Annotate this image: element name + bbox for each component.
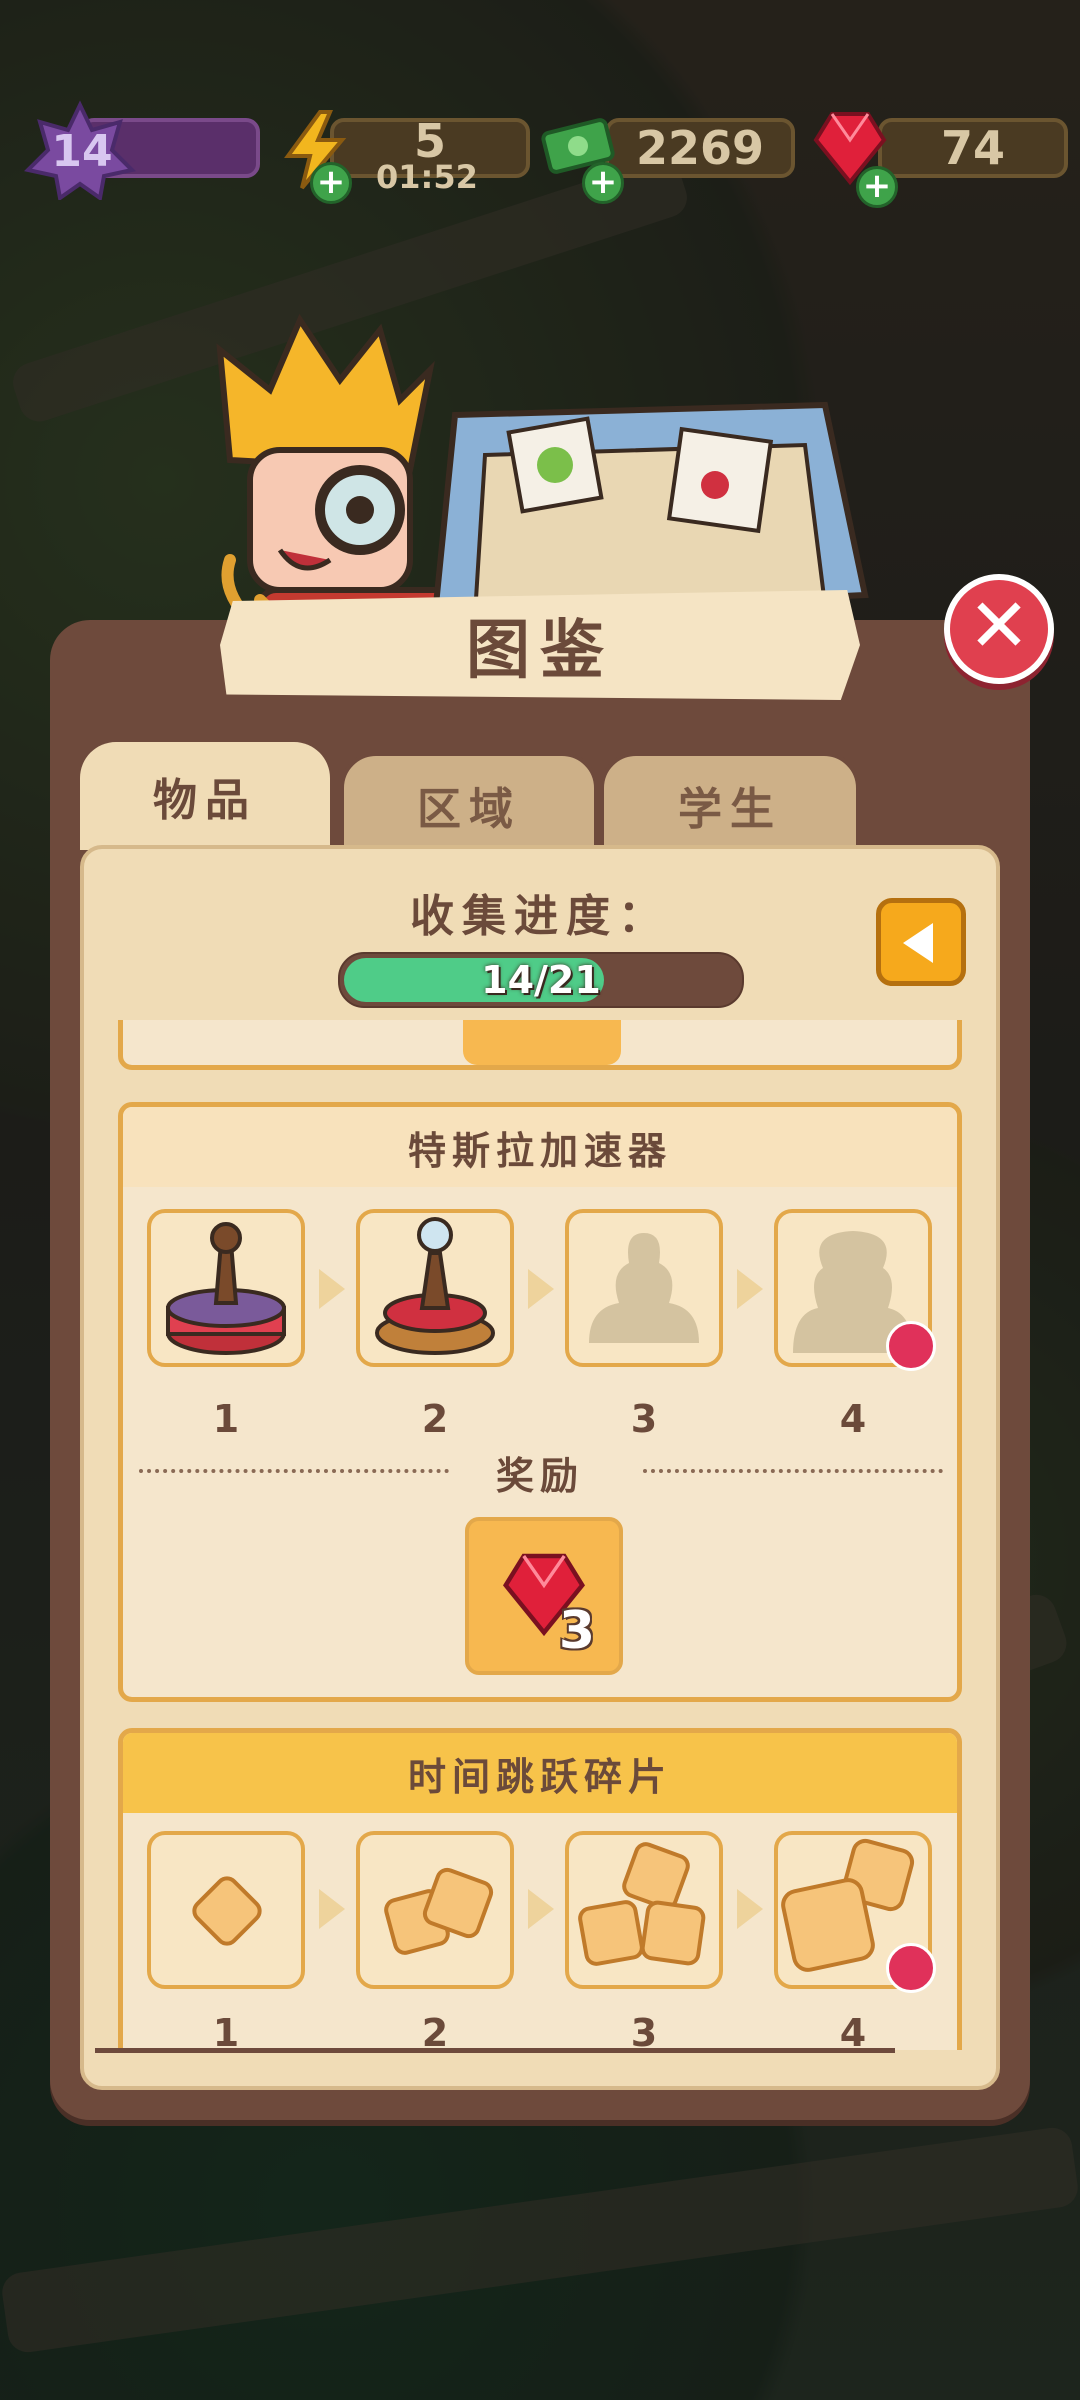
collection-card-previous — [118, 1020, 962, 1070]
chevron-right-icon — [528, 1889, 554, 1929]
item-level-number: 4 — [839, 1397, 867, 1441]
collection-card: 特斯拉加速器 1 2 3 4 奖励 3 — [118, 1102, 962, 1702]
collection-progress-text: 14/21 — [481, 958, 601, 1002]
level-indicator[interactable]: 14 — [20, 100, 260, 200]
item-slot[interactable] — [565, 1831, 723, 1989]
case-files-illustration — [431, 401, 869, 619]
tab-students-label: 学生 — [678, 784, 782, 835]
reward-label: 奖励 — [495, 1454, 584, 1498]
cash-value: 2269 — [635, 121, 765, 175]
close-button[interactable]: ✕ — [944, 574, 1054, 684]
cash-indicator[interactable]: 2269 + — [540, 118, 800, 204]
item-level-number: 2 — [421, 2011, 449, 2050]
chevron-right-icon — [528, 1269, 554, 1309]
collection-progress-label: 收集进度： — [410, 891, 670, 942]
crown-badge-icon — [886, 1321, 936, 1371]
time-fragment-level-2-icon — [384, 1867, 494, 1955]
gem-value: 74 — [940, 121, 1005, 175]
collection-title: 时间跳跃碎片 — [123, 1733, 957, 1813]
collection-title: 特斯拉加速器 — [123, 1107, 957, 1187]
item-slot[interactable] — [147, 1831, 305, 1989]
add-energy-button[interactable]: + — [310, 162, 352, 204]
chevron-right-icon — [319, 1889, 345, 1929]
energy-indicator[interactable]: 5 01:52 + — [280, 110, 530, 204]
reward-slot[interactable]: 3 — [465, 1517, 623, 1675]
tab-areas-label: 区域 — [417, 784, 521, 835]
item-level-number: 1 — [212, 2011, 240, 2050]
tesla-coil-level-1-icon — [166, 1222, 286, 1355]
window-title-banner: 图鉴 — [220, 590, 860, 700]
level-value: 14 — [51, 126, 113, 177]
item-level-number: 3 — [630, 1397, 658, 1441]
add-cash-button[interactable]: + — [582, 162, 624, 204]
tab-students[interactable]: 学生 — [600, 752, 860, 858]
item-slot[interactable] — [147, 1209, 305, 1367]
crown-badge-icon — [886, 1943, 936, 1993]
window-title: 图鉴 — [466, 614, 614, 688]
left-arrow-icon — [903, 923, 933, 963]
chevron-right-icon — [737, 1889, 763, 1929]
item-level-number: 4 — [839, 2011, 867, 2050]
chevron-right-icon — [737, 1269, 763, 1309]
energy-timer: 01:52 — [376, 158, 478, 196]
tab-areas[interactable]: 区域 — [340, 752, 598, 858]
item-slot-locked[interactable] — [774, 1209, 936, 1371]
collection-progress-bar: 14/21 — [338, 952, 744, 1008]
locked-item-silhouette-icon — [589, 1233, 699, 1343]
item-slot[interactable] — [774, 1831, 936, 1993]
time-fragment-level-1-icon — [192, 1876, 262, 1946]
tab-items[interactable]: 物品 — [80, 742, 330, 850]
collection-card: 时间跳跃碎片 1 2 3 4 — [118, 1728, 962, 2050]
item-slot-locked[interactable] — [565, 1209, 723, 1367]
chevron-right-icon — [319, 1269, 345, 1309]
reward-count: 3 — [558, 1601, 595, 1661]
item-slot[interactable] — [356, 1831, 514, 1989]
gem-indicator[interactable]: 74 + — [810, 112, 1070, 208]
item-level-number: 2 — [421, 1397, 449, 1441]
item-level-number: 3 — [630, 2011, 658, 2050]
back-arrow-button[interactable] — [876, 898, 966, 986]
collection-list[interactable]: 特斯拉加速器 1 2 3 4 奖励 3 时间跳跃碎片 1 2 3 4 — [80, 1020, 1000, 2050]
add-gems-button[interactable]: + — [856, 166, 898, 208]
item-level-number: 1 — [212, 1397, 240, 1441]
scroll-bottom-edge — [95, 2048, 895, 2053]
item-slot[interactable] — [356, 1209, 514, 1367]
tab-items-label: 物品 — [153, 775, 257, 826]
time-fragment-level-3-icon — [578, 1842, 706, 1966]
tesla-coil-level-2-icon — [375, 1217, 495, 1355]
